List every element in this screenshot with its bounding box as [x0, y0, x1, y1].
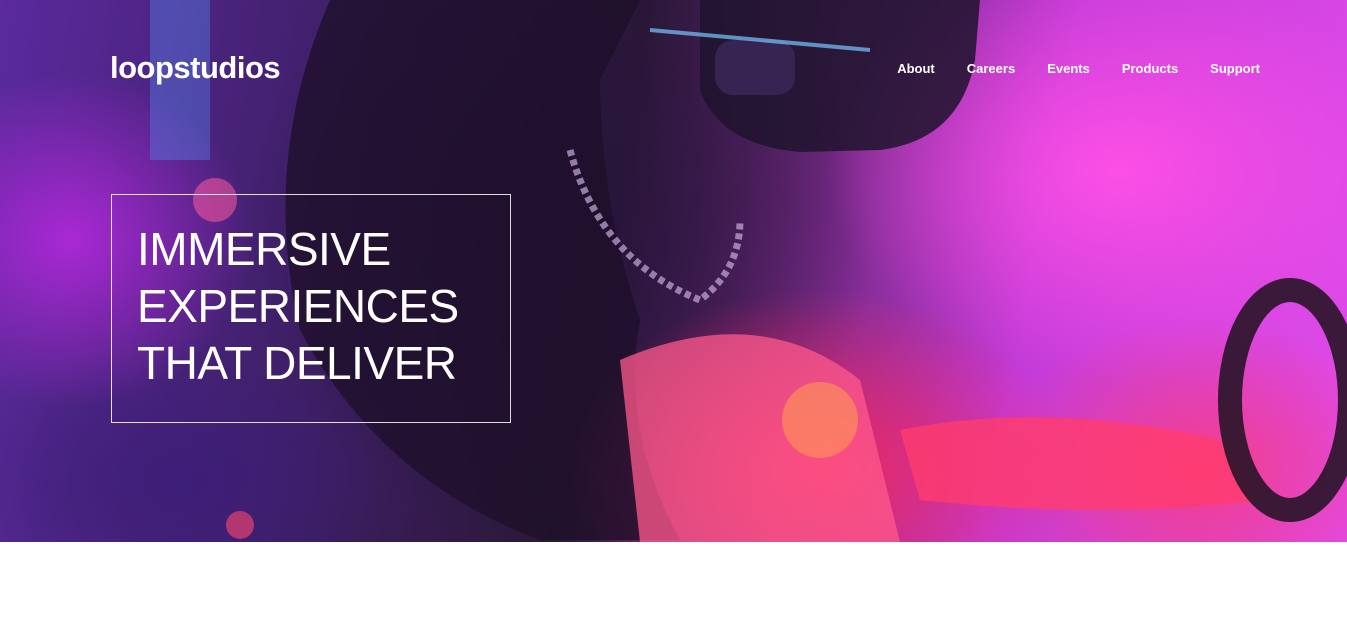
nav-link-careers[interactable]: Careers — [967, 61, 1015, 76]
headline-line-3: THAT DELIVER — [137, 337, 457, 389]
nav-link-events[interactable]: Events — [1047, 61, 1090, 76]
nav-link-products[interactable]: Products — [1122, 61, 1178, 76]
hero-headline-box: IMMERSIVE EXPERIENCES THAT DELIVER — [111, 194, 511, 423]
hero-section: loopstudios About Careers Events Product… — [0, 0, 1347, 542]
headline-line-1: IMMERSIVE — [137, 223, 391, 275]
headline-line-2: EXPERIENCES — [137, 280, 459, 332]
nav-link-about[interactable]: About — [897, 61, 935, 76]
content-area — [0, 542, 1347, 631]
nav-link-support[interactable]: Support — [1210, 61, 1260, 76]
top-navigation: loopstudios About Careers Events Product… — [110, 48, 1260, 88]
logo[interactable]: loopstudios — [110, 48, 281, 88]
arm-shape — [900, 417, 1260, 510]
shirt-graphic — [782, 382, 858, 458]
wheel-shape — [1218, 278, 1347, 522]
nav-links: About Careers Events Products Support — [865, 48, 1260, 88]
shirt-shape — [620, 334, 900, 542]
bokeh-light — [226, 511, 254, 539]
